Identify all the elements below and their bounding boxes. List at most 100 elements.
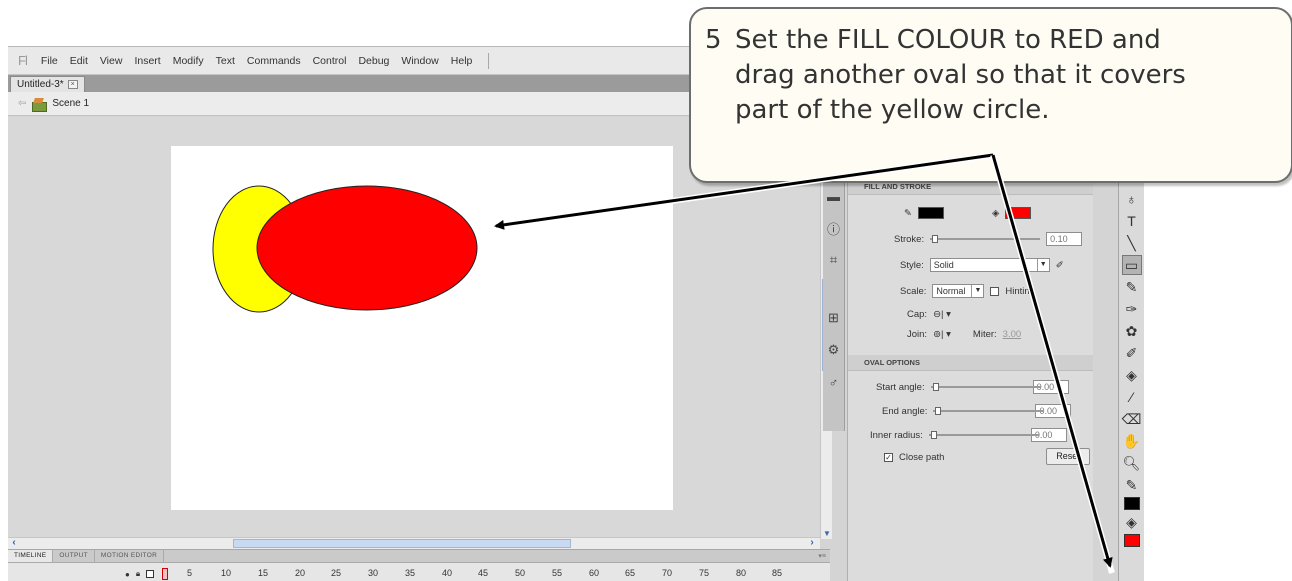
end-angle-slider[interactable] bbox=[933, 407, 1044, 415]
stroke-input[interactable]: 0.10 bbox=[1046, 232, 1083, 246]
frame-number: 80 bbox=[736, 568, 747, 578]
menu-text[interactable]: Text bbox=[216, 55, 235, 67]
style-dropdown[interactable]: Solid ▼ bbox=[929, 258, 1050, 272]
frame-number: 5 bbox=[187, 568, 193, 578]
scroll-down-icon[interactable]: ▼ bbox=[822, 529, 832, 539]
scene-label[interactable]: Scene 1 bbox=[52, 98, 89, 109]
align-icon[interactable]: ⊞ bbox=[825, 309, 843, 327]
stroke-color-icon[interactable]: ✎ bbox=[1122, 475, 1142, 495]
panel-menu-icon[interactable]: ▾≡ bbox=[814, 550, 830, 562]
menu-commands[interactable]: Commands bbox=[247, 55, 301, 67]
tools-fill-color-swatch[interactable] bbox=[1123, 534, 1140, 547]
join-dropdown[interactable]: ⊚| ▾ bbox=[933, 329, 951, 340]
playhead[interactable] bbox=[162, 568, 169, 580]
oval-tool-icon[interactable]: ▭ bbox=[1121, 255, 1142, 275]
color-panel-icon[interactable]: ▬ bbox=[825, 187, 843, 205]
fill-color-swatch[interactable] bbox=[1005, 207, 1032, 219]
tab-timeline[interactable]: TIMELINE bbox=[8, 550, 54, 562]
close-icon[interactable]: × bbox=[67, 80, 78, 89]
eye-icon[interactable]: ● bbox=[125, 570, 130, 579]
bone-tool-icon[interactable]: ✐ bbox=[1122, 343, 1142, 363]
frame-number: 55 bbox=[552, 568, 563, 578]
style-label: Style: bbox=[900, 259, 924, 271]
back-arrow-icon[interactable]: ⇦ bbox=[18, 98, 26, 109]
lock-icon[interactable]: 🔒︎ bbox=[136, 569, 140, 579]
menu-edit[interactable]: Edit bbox=[70, 55, 88, 67]
outline-icon[interactable] bbox=[146, 570, 155, 578]
stroke-color-swatch[interactable] bbox=[917, 207, 944, 219]
join-row: Join: ⊚| ▾ Miter: 3.00 bbox=[907, 329, 1021, 340]
step-number: 5 bbox=[705, 25, 722, 55]
scroll-left-icon[interactable]: ‹ bbox=[9, 538, 19, 549]
tools-panel: ⌀ ◔ ℓ ♁ T ╲ ▭ ✎ ✑ ✿ ✐ ◈ ⁄ ⌫ ✋ 🔍︎ ✎ ◈ bbox=[1118, 119, 1144, 581]
miter-value[interactable]: 3.00 bbox=[1003, 329, 1022, 340]
eraser-icon[interactable]: ⌫ bbox=[1122, 409, 1142, 429]
scale-dropdown[interactable]: Normal ▼ bbox=[932, 284, 985, 298]
components-icon[interactable]: ♂ bbox=[825, 373, 843, 391]
close-path-checkbox[interactable]: ✓ bbox=[884, 453, 893, 462]
frame-number: 50 bbox=[515, 568, 526, 578]
stage-canvas[interactable] bbox=[171, 146, 673, 510]
text-tool-icon[interactable]: T bbox=[1122, 211, 1142, 231]
reset-button[interactable]: Reset bbox=[1046, 448, 1090, 465]
document-tab[interactable]: Untitled-3* × bbox=[10, 76, 85, 92]
close-path-row: ✓ Close path bbox=[884, 452, 944, 463]
menu-insert[interactable]: Insert bbox=[134, 55, 160, 67]
deco-tool-icon[interactable]: ✿ bbox=[1122, 321, 1142, 341]
menu-help[interactable]: Help bbox=[451, 55, 473, 67]
cap-dropdown[interactable]: ⊖| ▾ bbox=[933, 309, 951, 320]
scroll-right-icon[interactable]: › bbox=[807, 538, 817, 549]
frame-number: 15 bbox=[258, 568, 269, 578]
callout-line-3: part of the yellow circle. bbox=[735, 95, 1050, 125]
zoom-tool-icon[interactable]: 🔍︎ bbox=[1122, 453, 1142, 473]
fill-color-icon[interactable]: ◈ bbox=[1122, 512, 1142, 532]
tab-motion-editor[interactable]: MOTION EDITOR bbox=[95, 550, 165, 562]
timeline-panel: TIMELINE OUTPUT MOTION EDITOR ▾≡ ● 🔒︎ 5 … bbox=[8, 549, 830, 581]
stage[interactable] bbox=[171, 146, 673, 510]
brush-tool-icon[interactable]: ✑ bbox=[1122, 299, 1142, 319]
hinting-checkbox[interactable] bbox=[990, 286, 1000, 296]
tab-output[interactable]: OUTPUT bbox=[53, 550, 95, 562]
pen-tool-icon[interactable]: ♁ bbox=[1122, 189, 1142, 209]
panel-icon-strip: ▬ ⓘ ⌗ ⊞ ⚙ ♂ bbox=[823, 179, 845, 431]
library-icon[interactable]: ⚙ bbox=[825, 341, 843, 359]
paint-bucket-icon[interactable]: ◈ bbox=[1122, 365, 1142, 385]
oval-options-section-header[interactable]: OVAL OPTIONS bbox=[848, 355, 1093, 371]
frame-number: 35 bbox=[405, 568, 416, 578]
edit-style-icon[interactable]: ✐ bbox=[1056, 260, 1064, 271]
transform-icon[interactable]: ⌗ bbox=[825, 251, 843, 269]
menu-control[interactable]: Control bbox=[313, 55, 347, 67]
instruction-callout: 5 Set the FILL COLOUR to RED and drag ano… bbox=[689, 7, 1292, 183]
timeline-ruler[interactable]: ● 🔒︎ 5 10 15 20 25 30 35 40 45 50 55 60 … bbox=[125, 568, 825, 581]
line-tool-icon[interactable]: ╲ bbox=[1122, 233, 1142, 253]
menu-modify[interactable]: Modify bbox=[173, 55, 204, 67]
frame-number: 20 bbox=[295, 568, 306, 578]
properties-panel: FILL AND STROKE ✎ ◈ Stroke: 0.10 Style: … bbox=[847, 179, 1093, 581]
hand-tool-icon[interactable]: ✋ bbox=[1122, 431, 1142, 451]
menu-file[interactable]: File bbox=[41, 55, 58, 67]
end-angle-row: End angle: 0.00 bbox=[882, 404, 1072, 418]
tools-stroke-color-swatch[interactable] bbox=[1123, 497, 1140, 510]
color-swatches-row: ✎ ◈ bbox=[904, 207, 1032, 219]
start-angle-label: Start angle: bbox=[876, 381, 925, 393]
pencil-tool-icon[interactable]: ✎ bbox=[1122, 277, 1142, 297]
menu-divider bbox=[488, 52, 490, 69]
red-oval[interactable] bbox=[256, 185, 478, 311]
horizontal-scroll-thumb[interactable] bbox=[233, 539, 571, 548]
frame-number: 60 bbox=[589, 568, 600, 578]
frame-number: 10 bbox=[221, 568, 232, 578]
inner-radius-slider[interactable] bbox=[928, 431, 1039, 439]
start-angle-slider[interactable] bbox=[930, 383, 1041, 391]
menu-view[interactable]: View bbox=[100, 55, 123, 67]
callout-text: 5 Set the FILL COLOUR to RED and drag ano… bbox=[705, 23, 1291, 128]
frame-number: 85 bbox=[772, 568, 783, 578]
eyedropper-icon[interactable]: ⁄ bbox=[1122, 387, 1142, 407]
menu-debug[interactable]: Debug bbox=[358, 55, 389, 67]
page-margin bbox=[1144, 119, 1292, 581]
info-icon[interactable]: ⓘ bbox=[825, 219, 843, 237]
stroke-slider[interactable] bbox=[930, 235, 1041, 243]
menu-window[interactable]: Window bbox=[401, 55, 438, 67]
timeline-tab-bar: TIMELINE OUTPUT MOTION EDITOR ▾≡ bbox=[8, 550, 830, 563]
horizontal-scrollbar[interactable]: ‹ › bbox=[8, 537, 820, 549]
frame-number: 25 bbox=[331, 568, 342, 578]
